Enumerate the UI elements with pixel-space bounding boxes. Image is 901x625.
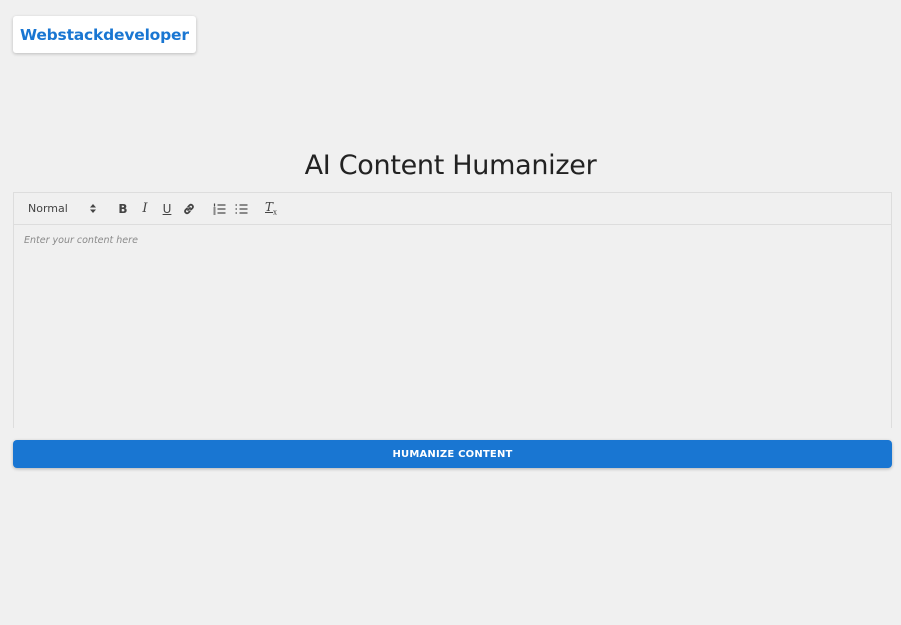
content-placeholder: Enter your content here bbox=[24, 235, 138, 246]
link-icon bbox=[183, 203, 195, 215]
humanize-content-button[interactable]: HUMANIZE CONTENT bbox=[13, 440, 892, 468]
clear-format-sub: x bbox=[273, 208, 277, 217]
italic-icon: I bbox=[142, 201, 148, 216]
page-title: AI Content Humanizer bbox=[304, 150, 597, 181]
select-arrows-icon bbox=[90, 204, 96, 213]
ordered-list-button[interactable] bbox=[208, 199, 230, 219]
format-select-value: Normal bbox=[28, 202, 68, 215]
underline-icon: U bbox=[162, 201, 172, 216]
italic-button[interactable]: I bbox=[134, 199, 156, 219]
link-button[interactable] bbox=[178, 199, 200, 219]
bold-button[interactable]: B bbox=[112, 199, 134, 219]
format-select[interactable]: Normal bbox=[28, 202, 112, 215]
ordered-list-icon bbox=[213, 203, 226, 215]
content-input[interactable]: Enter your content here bbox=[13, 225, 892, 428]
underline-button[interactable]: U bbox=[156, 199, 178, 219]
editor-toolbar: Normal B I U Tx bbox=[13, 192, 892, 225]
rich-text-editor: Normal B I U Tx Enter your content here bbox=[13, 192, 892, 428]
clear-format-glyph: T bbox=[265, 200, 274, 215]
bullet-list-button[interactable] bbox=[230, 199, 252, 219]
clear-format-icon: Tx bbox=[265, 200, 277, 216]
bullet-list-icon bbox=[235, 203, 248, 215]
clean-format-button[interactable]: Tx bbox=[260, 199, 282, 219]
bold-icon: B bbox=[118, 201, 128, 216]
brand-logo-link[interactable]: Webstackdeveloper bbox=[13, 16, 196, 53]
